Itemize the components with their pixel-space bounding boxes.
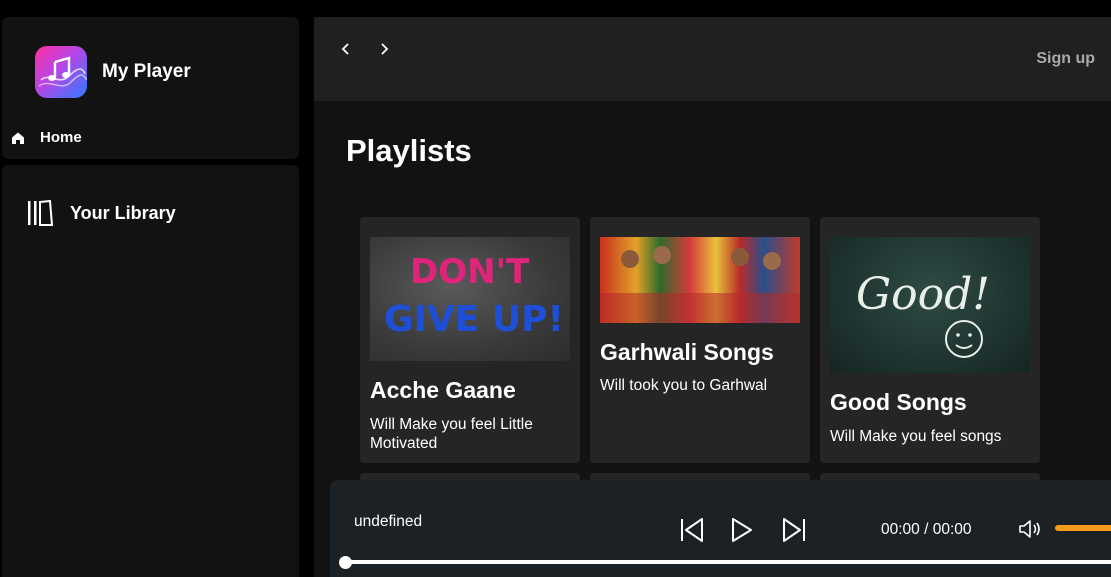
time-display: 00:00 / 00:00: [881, 521, 972, 538]
signup-button[interactable]: Sign up: [1036, 50, 1095, 68]
chalkboard-image: Good!: [856, 269, 990, 358]
playlist-description: Will Make you feel Little Motivated: [370, 416, 533, 452]
sidebar-library: Your Library: [2, 165, 299, 577]
playlist-title: Garhwali Songs: [600, 339, 774, 365]
volume-button[interactable]: [1018, 518, 1044, 540]
forward-button[interactable]: [372, 37, 396, 61]
playlist-description: Will Make you feel songs: [830, 428, 1002, 445]
play-button[interactable]: [726, 514, 758, 546]
library-icon: [28, 199, 54, 226]
page-title: Playlists: [346, 133, 472, 168]
previous-button[interactable]: [676, 514, 708, 546]
player-bar: undefined 00:00 / 00:00: [330, 480, 1111, 577]
cover-text-line-1: Good!: [856, 269, 990, 320]
volume-slider[interactable]: [1055, 525, 1111, 531]
chevron-left-icon: [341, 43, 349, 55]
seek-handle[interactable]: [339, 556, 352, 569]
playlist-card[interactable]: DON'T GIVE UP! Acche Gaane Will Make you…: [360, 217, 580, 463]
next-button[interactable]: [778, 514, 810, 546]
dancers-image: [600, 246, 800, 323]
play-icon: [732, 518, 752, 542]
volume-icon: [1019, 520, 1040, 538]
playlist-title: Acche Gaane: [370, 377, 516, 403]
home-icon: [12, 132, 24, 144]
song-info: undefined: [354, 513, 423, 530]
cover-text-line-1: DON'T: [410, 252, 530, 292]
playlist-description: Will took you to Garhwal: [600, 377, 768, 394]
app-logo: [35, 46, 87, 98]
sidebar-item-library[interactable]: Your Library: [26, 199, 176, 227]
chevron-right-icon: [381, 43, 389, 55]
playlist-cover-image: DON'T GIVE UP!: [370, 237, 570, 361]
app-window: My Player Home Your Library Sign up Play…: [0, 0, 1111, 577]
sidebar-item-label: Your Library: [70, 202, 176, 223]
motivation-image: DON'T GIVE UP!: [384, 252, 564, 340]
playlist-title: Good Songs: [830, 389, 967, 415]
sidebar-item-home[interactable]: Home: [10, 129, 82, 146]
playlist-card[interactable]: Good! Good Songs Will Make you feel song…: [820, 217, 1040, 463]
cover-text-line-2: GIVE UP!: [384, 299, 564, 340]
skip-previous-icon: [681, 518, 703, 542]
header: Sign up: [314, 17, 1111, 101]
playlist-cover-image: Good!: [830, 237, 1030, 373]
music-note-icon: [38, 56, 87, 87]
seek-bar[interactable]: [344, 560, 1111, 564]
playlist-card[interactable]: Garhwali Songs Will took you to Garhwal: [590, 217, 810, 463]
skip-next-icon: [783, 518, 805, 542]
playlist-cover-image: [600, 237, 800, 323]
back-button[interactable]: [334, 37, 358, 61]
sidebar-top: My Player Home: [2, 17, 299, 159]
app-title: My Player: [102, 61, 191, 82]
sidebar-item-label: Home: [40, 129, 82, 146]
